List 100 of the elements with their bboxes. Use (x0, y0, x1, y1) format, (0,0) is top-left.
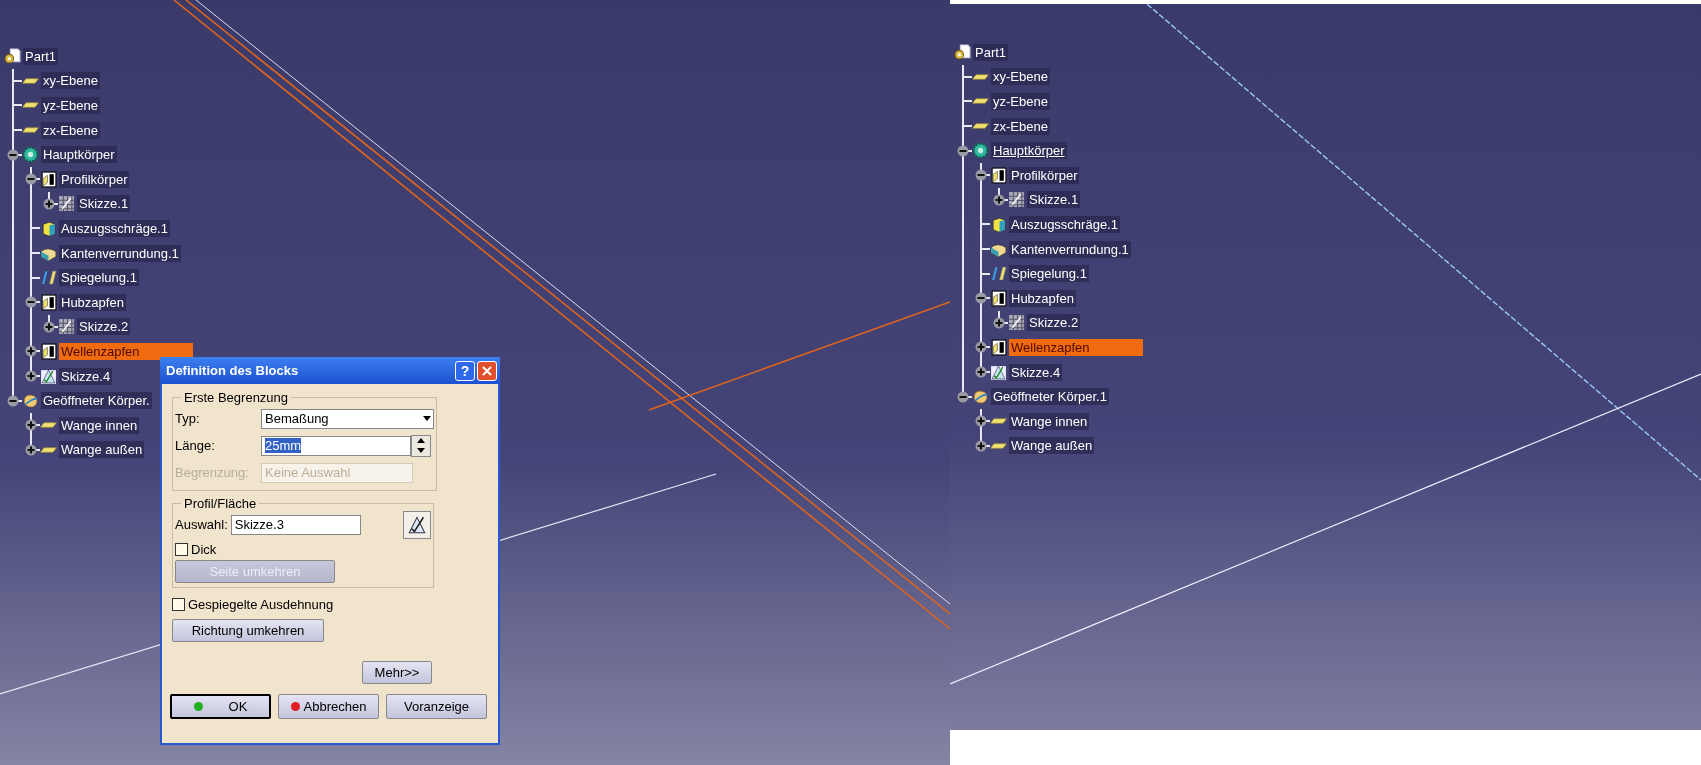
dialog-button[interactable]: OK (170, 694, 271, 719)
collapse-toggle[interactable] (25, 173, 37, 186)
gear-icon (972, 142, 989, 160)
collapse-toggle[interactable] (7, 394, 19, 407)
hatched-square-icon (1008, 314, 1025, 332)
field-label: Begrenzung: (175, 465, 250, 480)
parallelogram-icon (972, 73, 989, 80)
expand-toggle[interactable] (975, 341, 987, 354)
tree-item[interactable]: Skizze.2 (1027, 314, 1081, 332)
tree-item[interactable]: Auszugsschräge.1 (59, 219, 170, 237)
tree-item[interactable]: yz-Ebene (991, 93, 1050, 110)
prism-icon (40, 342, 57, 360)
tree-item[interactable]: Skizze.2 (77, 318, 131, 336)
tree-item[interactable]: Spiegelung.1 (59, 269, 139, 287)
tree-item[interactable]: Part1 (23, 47, 59, 65)
tree-item[interactable]: Wange außen (59, 441, 145, 459)
spin-buttons[interactable] (411, 434, 431, 457)
tree-item[interactable]: xy-Ebene (41, 72, 100, 90)
tree-item[interactable]: Skizze.4 (59, 367, 113, 385)
pencil-sketch-icon (40, 367, 57, 385)
gear-icon (22, 146, 39, 164)
pencil-sketch-icon (990, 363, 1007, 381)
parallelogram-icon (22, 102, 39, 109)
expand-toggle[interactable] (975, 439, 987, 452)
tree-item[interactable]: Geöffneter Körper. (41, 392, 152, 410)
thick-checkbox[interactable]: Dick (175, 538, 431, 560)
tree-item[interactable]: Wange innen (59, 416, 140, 434)
tree-item[interactable]: Spiegelung.1 (1009, 265, 1089, 283)
expand-toggle[interactable] (25, 443, 37, 456)
tree-item[interactable]: Hubzapfen (1009, 289, 1076, 307)
collapse-toggle[interactable] (957, 144, 969, 157)
mirrored-extent-checkbox[interactable]: Gespiegelte Ausdehnung (172, 593, 488, 615)
expand-toggle[interactable] (25, 419, 37, 432)
tree-item[interactable]: Kantenverrundung.1 (59, 244, 181, 262)
expand-toggle[interactable] (993, 193, 1005, 206)
field-label: Auswahl: (175, 517, 228, 532)
collapse-toggle[interactable] (975, 292, 987, 305)
dialog-button[interactable]: Voranzeige (386, 694, 487, 719)
dialog-title: Definition des Blocks (166, 363, 299, 378)
tree-item[interactable]: xy-Ebene (991, 68, 1050, 86)
tree-item[interactable]: Profilkörper (59, 170, 130, 188)
prism-icon (40, 170, 57, 188)
group-legend: Erste Begrenzung (181, 390, 292, 405)
hatched-square-icon (58, 195, 75, 213)
hatched-square-icon (58, 318, 75, 336)
field-label: Typ: (175, 411, 201, 426)
tree-item[interactable]: Auszugsschräge.1 (1009, 215, 1120, 233)
tree-item[interactable]: Skizze.4 (1009, 363, 1063, 381)
sketch-button[interactable] (403, 510, 431, 539)
parallelogram-icon (22, 77, 39, 84)
parallelogram-icon (22, 127, 39, 134)
expand-toggle[interactable] (993, 316, 1005, 329)
tree-item[interactable]: Kantenverrundung.1 (1009, 240, 1131, 258)
collapse-toggle[interactable] (957, 390, 969, 403)
tree-item[interactable]: Part1 (973, 43, 1009, 61)
collapse-toggle[interactable] (7, 148, 19, 161)
length-field[interactable]: 25mm (261, 435, 411, 456)
collapse-toggle[interactable] (975, 169, 987, 182)
parallelogram-icon (972, 98, 989, 105)
document-gear-icon (4, 47, 21, 65)
tree-item[interactable]: Wange innen (1009, 412, 1090, 430)
help-button[interactable]: ? (455, 360, 475, 381)
tree-item[interactable]: Skizze.1 (1027, 191, 1081, 209)
selection-field[interactable]: Skizze.3 (230, 514, 361, 535)
document-gear-icon (954, 43, 971, 61)
field-label: Länge: (175, 438, 216, 453)
parallelogram-icon (40, 422, 57, 429)
mirror-icon (40, 269, 57, 287)
caret-icon (423, 416, 431, 421)
more-button[interactable]: Mehr>> (362, 661, 432, 684)
collapse-toggle[interactable] (25, 296, 37, 309)
expand-toggle[interactable] (975, 415, 987, 428)
expand-toggle[interactable] (43, 197, 55, 210)
tree-item[interactable]: zx-Ebene (991, 117, 1050, 135)
hatched-square-icon (1008, 191, 1025, 209)
expand-toggle[interactable] (25, 345, 37, 358)
parallelogram-icon (990, 418, 1007, 425)
blob-icon (972, 388, 989, 406)
prism-icon (990, 289, 1007, 307)
tree-item[interactable]: Profilkörper (1009, 166, 1080, 184)
tree-item[interactable]: Geöffneter Körper.1 (991, 388, 1109, 406)
tree-item[interactable]: Hauptkörper (991, 142, 1067, 160)
prism-icon (40, 293, 57, 311)
tree-item[interactable]: Wellenzapfen (1009, 338, 1143, 356)
tree-item[interactable]: Hubzapfen (59, 293, 126, 311)
tree-item[interactable]: zx-Ebene (41, 121, 100, 139)
tree-item[interactable]: Hauptkörper (41, 146, 117, 164)
blob-icon (22, 392, 39, 410)
reverse-direction-button[interactable]: Richtung umkehren (172, 619, 324, 642)
cube-icon (990, 215, 1007, 233)
expand-toggle[interactable] (25, 370, 37, 382)
dialog-button[interactable]: Abbrechen (278, 694, 379, 719)
type-dropdown[interactable]: Bemaßung (261, 408, 434, 429)
expand-toggle[interactable] (975, 366, 987, 378)
close-button[interactable] (477, 360, 497, 381)
expand-toggle[interactable] (43, 320, 55, 333)
tree-item[interactable]: yz-Ebene (41, 97, 100, 114)
tree-item[interactable]: Wellenzapfen (59, 342, 193, 360)
tree-item[interactable]: Wange außen (1009, 437, 1095, 455)
tree-item[interactable]: Skizze.1 (77, 195, 131, 213)
